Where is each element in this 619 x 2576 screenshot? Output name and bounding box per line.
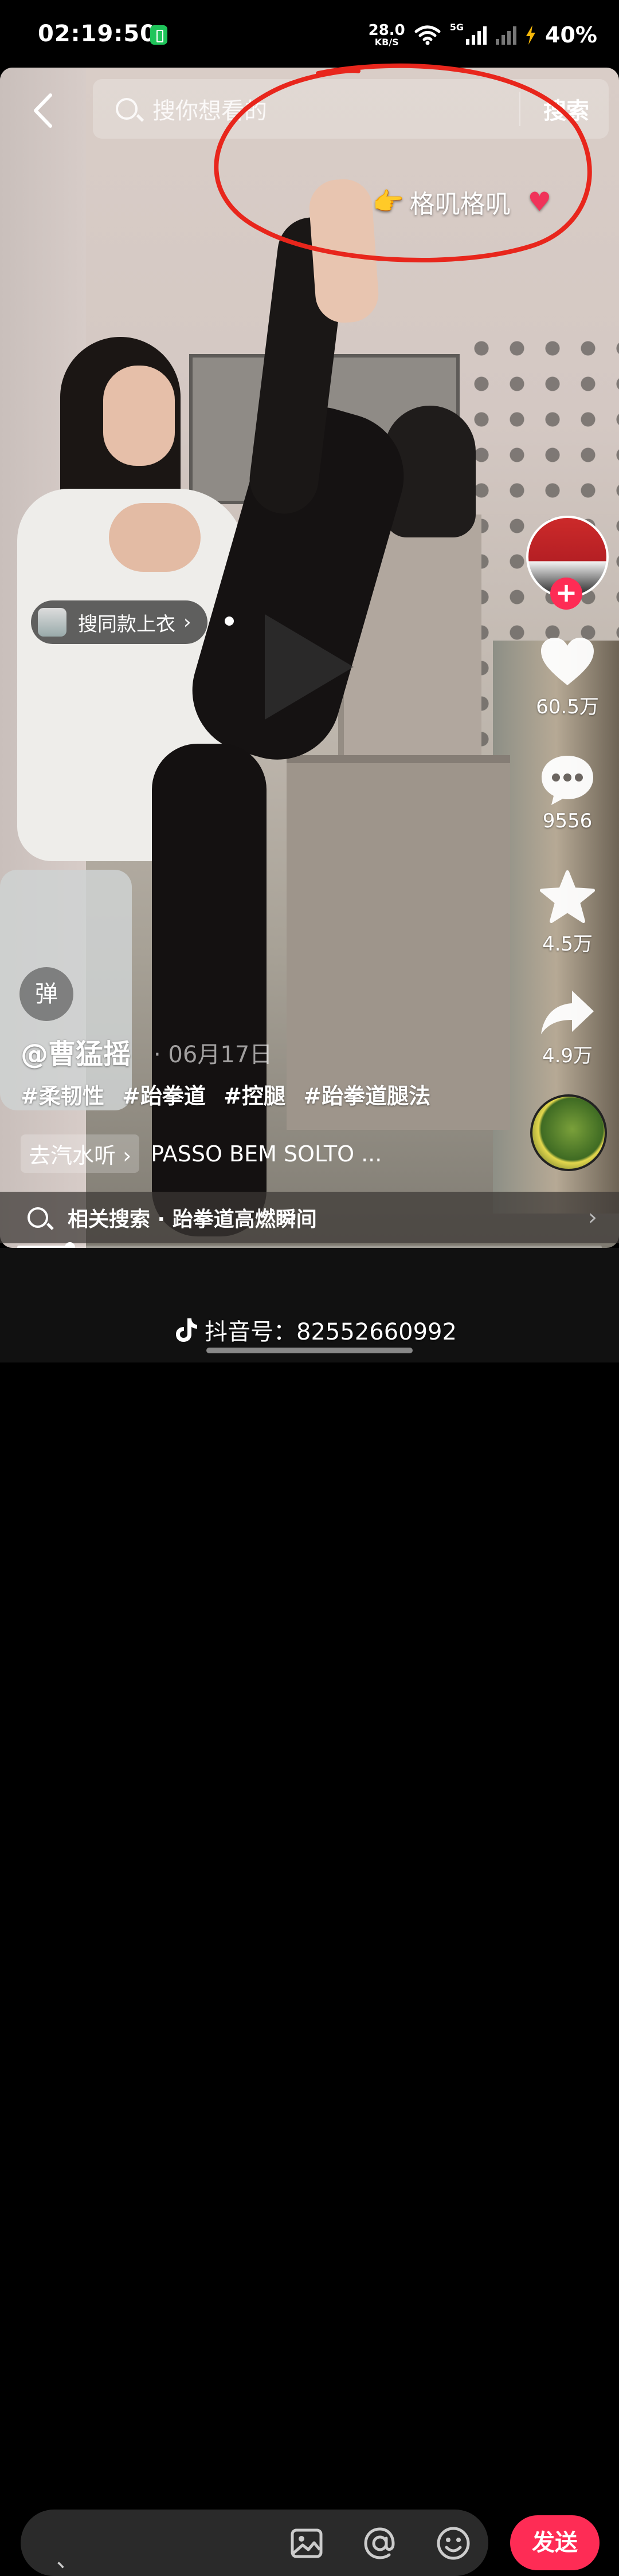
tag-anchor-dot [225,616,234,626]
at-mention-icon[interactable] [361,2524,399,2562]
net-speed-unit: KB/S [374,37,399,48]
charging-icon [526,25,536,45]
pointing-hand-icon: 👉 [373,187,404,217]
net-speed-value: 28.0 [368,22,405,39]
person-face [103,366,175,466]
comment-input[interactable]: 、 [21,2510,488,2576]
chevron-right-icon: › [183,611,191,634]
shop-tag-label: 搜同款上衣 [78,612,175,636]
music-row[interactable]: 去汽水听 › PASSO BEM SOLTO ... [21,1134,382,1173]
follow-button[interactable]: + [550,578,582,610]
related-search-label: 相关搜索 · 跆拳道高燃瞬间 [68,1208,317,1231]
author-name[interactable]: @曹猛摇 [21,1031,131,1071]
signal-strength-icon [466,25,487,45]
battery-app-icon [150,25,167,45]
qishui-listen-chip[interactable]: 去汽水听 › [21,1134,140,1173]
favorite-button[interactable]: 4.5万 [522,870,613,956]
hashtag[interactable]: #柔韧性 [21,1083,104,1109]
video-caption-overlay: 👉 格叽格叽 ♥ [373,183,551,220]
scene-lower-shelf [287,755,510,1130]
comment-bubble-icon [542,756,593,805]
person-hands [109,503,201,572]
post-date: · 06月17日 [154,1042,273,1068]
home-indicator[interactable] [206,1348,413,1353]
share-count: 4.9万 [542,1044,593,1067]
search-icon [28,1207,48,1228]
heart-emoji-icon: ♥ [527,186,552,217]
douyin-logo-icon [176,1318,197,1342]
douyin-watermark: 抖音号：82552660992 [175,1313,457,1346]
hashtag-list: #柔韧性 #跆拳道 #控腿 #跆拳道腿法 [21,1078,438,1110]
hashtag[interactable]: #跆拳道 [122,1083,206,1109]
shop-same-item-tag[interactable]: 搜同款上衣 › [31,600,207,644]
favorite-count: 4.5万 [542,933,593,956]
play-icon[interactable] [265,614,354,720]
douyin-id: 抖音号：82552660992 [205,1319,457,1345]
hashtag[interactable]: #跆拳道腿法 [303,1083,430,1109]
music-title: PASSO BEM SOLTO ... [151,1141,382,1167]
signal-strength-2-icon [496,25,517,45]
music-disc-avatar[interactable] [530,1094,607,1171]
overlay-text: 格叽格叽 [409,190,511,219]
emoji-icon[interactable] [434,2524,472,2562]
status-time: 02:19:50 [38,21,156,47]
danmu-toggle-button[interactable]: 弹 [19,967,73,1021]
share-arrow-icon [541,991,594,1034]
image-icon[interactable] [288,2524,326,2562]
like-button[interactable]: 60.5万 [522,636,613,719]
hashtag[interactable]: #控腿 [224,1083,285,1109]
comment-input-text: 、 [56,2546,79,2573]
related-search-bar[interactable]: 相关搜索 · 跆拳道高燃瞬间 › [0,1192,619,1243]
send-button[interactable]: 发送 [510,2515,600,2570]
chevron-right-icon: › [588,1204,597,1231]
battery-level: 40% [545,22,597,48]
net-speed: 28.0 KB/S [369,23,405,47]
heart-icon [541,638,594,685]
comment-count: 9556 [542,810,593,833]
wifi-icon [414,25,441,45]
red-annotation-circle [214,63,592,262]
network-type: 5G [449,21,464,33]
star-icon [540,870,595,923]
share-button[interactable]: 4.9万 [522,988,613,1068]
product-thumbnail [38,608,66,637]
status-indicators: 28.0 KB/S 5G 40% [369,21,597,49]
like-count: 60.5万 [536,696,599,718]
search-icon [116,98,138,120]
back-chevron-icon[interactable] [29,91,63,131]
comment-button[interactable]: 9556 [522,753,613,833]
